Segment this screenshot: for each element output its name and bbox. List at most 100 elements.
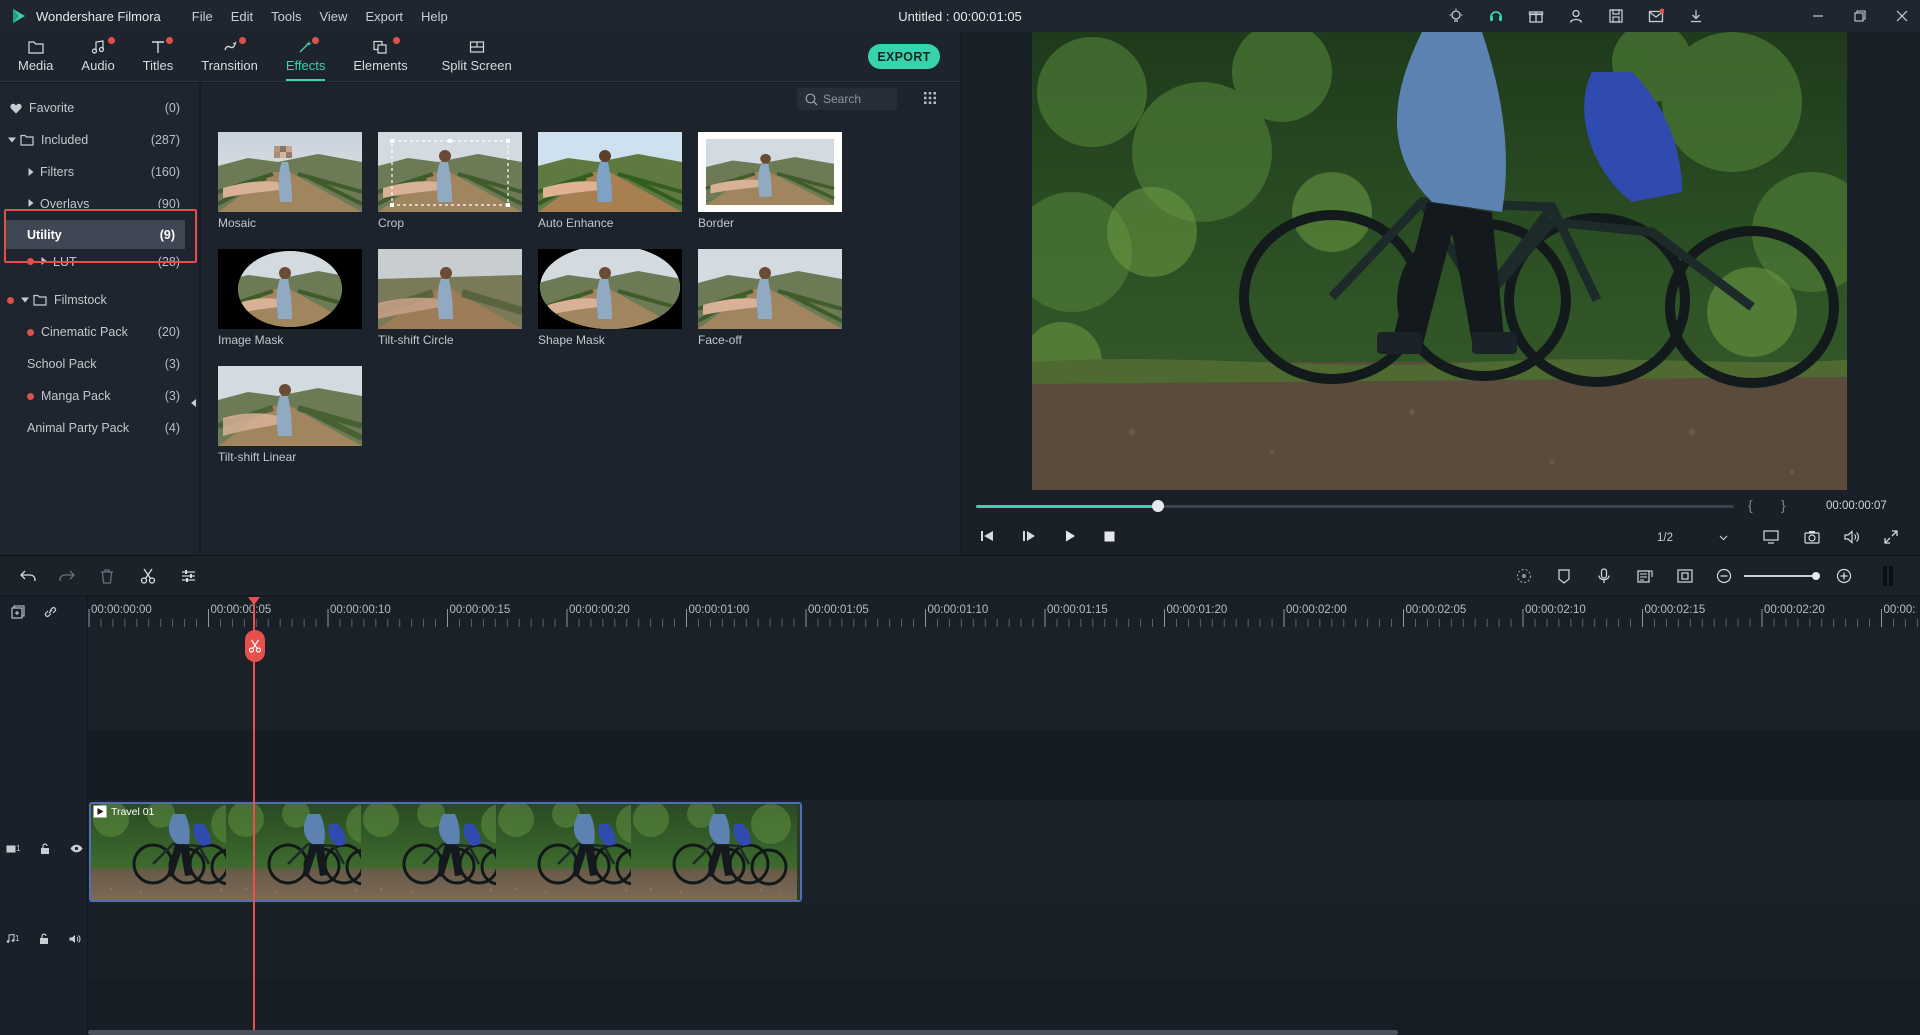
voiceover-icon[interactable]	[1635, 566, 1655, 586]
sidebar-item-school-pack[interactable]: School Pack (3)	[0, 348, 190, 380]
sidebar-item-filters[interactable]: Filters (160)	[0, 156, 190, 188]
effect-shape-mask[interactable]: Shape Mask	[538, 249, 682, 347]
stop-button[interactable]	[1104, 531, 1124, 549]
display-settings-button[interactable]	[1763, 530, 1779, 544]
effect-mosaic[interactable]: Mosaic	[218, 132, 362, 230]
effect-auto-enhance[interactable]: Auto Enhance	[538, 132, 682, 230]
collapse-sidebar-icon[interactable]	[191, 399, 196, 407]
menu-export[interactable]: Export	[356, 9, 412, 24]
effect-tilt-shift-circle[interactable]: Tilt-shift Circle	[378, 249, 522, 347]
prev-frame-button[interactable]	[980, 530, 1000, 548]
effect-image-mask[interactable]: Image Mask	[218, 249, 362, 347]
fullscreen-button[interactable]	[1884, 530, 1898, 544]
speaker-icon[interactable]	[69, 934, 81, 944]
sidebar-item-count: (20)	[157, 325, 180, 339]
playback-progress[interactable]	[976, 500, 1734, 512]
sidebar-item-cinematic-pack[interactable]: Cinematic Pack (20)	[0, 316, 190, 348]
delete-icon[interactable]	[97, 566, 117, 586]
minimize-icon[interactable]	[1808, 6, 1828, 26]
split-screen-icon	[469, 40, 484, 53]
timeline-scrollbar[interactable]	[88, 1030, 1398, 1035]
menu-help[interactable]: Help	[412, 9, 457, 24]
eye-icon[interactable]	[70, 844, 83, 853]
video-track-controls: 1	[6, 843, 83, 854]
support-icon[interactable]	[1486, 6, 1506, 26]
close-icon[interactable]	[1892, 6, 1912, 26]
tab-titles[interactable]: Titles	[129, 31, 188, 81]
pip-icon[interactable]	[1675, 566, 1695, 586]
effect-tilt-shift-linear[interactable]: Tilt-shift Linear	[218, 366, 362, 464]
sidebar-item-included[interactable]: Included (287)	[0, 124, 190, 156]
restore-icon[interactable]	[1850, 6, 1870, 26]
lock-icon[interactable]	[39, 933, 49, 944]
effect-border[interactable]: Border	[698, 132, 842, 230]
lock-icon[interactable]	[40, 843, 50, 854]
sidebar-item-manga-pack[interactable]: Manga Pack (3)	[0, 380, 190, 412]
account-icon[interactable]	[1566, 6, 1586, 26]
tab-effects[interactable]: Effects	[272, 31, 340, 81]
effect-crop[interactable]: Crop	[378, 132, 522, 230]
link-icon[interactable]	[43, 605, 58, 619]
microphone-icon[interactable]	[1594, 566, 1614, 586]
play-frame-button[interactable]	[1022, 530, 1042, 548]
zoom-in-icon[interactable]	[1834, 566, 1854, 586]
grid-view-icon[interactable]	[923, 91, 937, 105]
speaker-icon	[1844, 530, 1859, 544]
video-clip[interactable]: Travel 01	[89, 802, 802, 902]
gift-icon[interactable]	[1526, 6, 1546, 26]
download-icon[interactable]	[1686, 6, 1706, 26]
tab-media[interactable]: Media	[4, 31, 67, 81]
render-icon[interactable]	[1514, 566, 1534, 586]
mail-icon[interactable]	[1646, 6, 1666, 26]
sidebar-item-count: (287)	[150, 133, 180, 147]
undo-icon[interactable]	[18, 566, 38, 586]
tab-elements[interactable]: Elements	[339, 31, 421, 81]
save-icon[interactable]	[1606, 6, 1626, 26]
audio-track-label: 1	[6, 934, 19, 943]
menu-view[interactable]: View	[310, 9, 356, 24]
export-button[interactable]: EXPORT	[868, 44, 940, 69]
tab-audio[interactable]: Audio	[67, 31, 128, 81]
zoom-slider[interactable]	[1744, 575, 1818, 577]
effect-name: Image Mask	[218, 333, 284, 347]
volume-button[interactable]	[1844, 530, 1860, 544]
menu-edit[interactable]: Edit	[222, 9, 262, 24]
time-ruler[interactable]: 00:00:00:00 00:00:00:05 00:00:00:10 00:00:0…	[88, 597, 1920, 627]
playhead-line[interactable]	[253, 600, 255, 1035]
playhead-split-handle[interactable]	[245, 630, 265, 662]
redo-icon[interactable]	[57, 566, 77, 586]
play-button[interactable]	[1064, 530, 1084, 548]
sidebar-item-count: (3)	[164, 389, 180, 403]
menu-tools[interactable]: Tools	[262, 9, 310, 24]
search-input[interactable]: Search	[797, 88, 897, 110]
effect-name: Crop	[378, 216, 405, 230]
add-track-icon[interactable]	[11, 605, 25, 619]
menu-file[interactable]: File	[183, 9, 222, 24]
sidebar-item-overlays[interactable]: Overlays (90)	[0, 188, 190, 208]
effect-thumbnail	[698, 249, 842, 329]
sidebar-item-count: (0)	[164, 101, 180, 115]
folder-icon	[20, 134, 34, 146]
video-track-label: 1	[6, 844, 20, 853]
mark-out-button[interactable]: }	[1781, 497, 1786, 513]
playhead-marker[interactable]	[248, 597, 260, 605]
tab-transition[interactable]: Transition	[187, 31, 272, 81]
sidebar-item-animal-party-pack[interactable]: Animal Party Pack (4)	[0, 412, 190, 444]
marker-icon[interactable]	[1554, 566, 1574, 586]
effect-face-off[interactable]: Face-off	[698, 249, 842, 347]
mark-in-button[interactable]: {	[1748, 497, 1753, 513]
adjust-icon[interactable]	[178, 566, 198, 586]
zoom-out-icon[interactable]	[1714, 566, 1734, 586]
split-icon[interactable]	[138, 566, 158, 586]
tab-split-screen[interactable]: Split Screen	[428, 31, 526, 81]
timeline-settings-icon[interactable]	[1878, 566, 1898, 586]
sidebar-item-label: Favorite	[29, 101, 75, 115]
sidebar-item-favorite[interactable]: Favorite (0)	[0, 92, 190, 124]
sidebar-item-filmstock[interactable]: Filmstock	[0, 284, 190, 316]
bulb-icon[interactable]	[1446, 6, 1466, 26]
quality-select[interactable]: 1/2	[1657, 528, 1737, 548]
progress-handle[interactable]	[1151, 500, 1164, 512]
snapshot-button[interactable]	[1804, 530, 1820, 544]
zoom-slider-handle[interactable]	[1812, 572, 1820, 580]
sidebar-item-count: (4)	[164, 421, 180, 435]
